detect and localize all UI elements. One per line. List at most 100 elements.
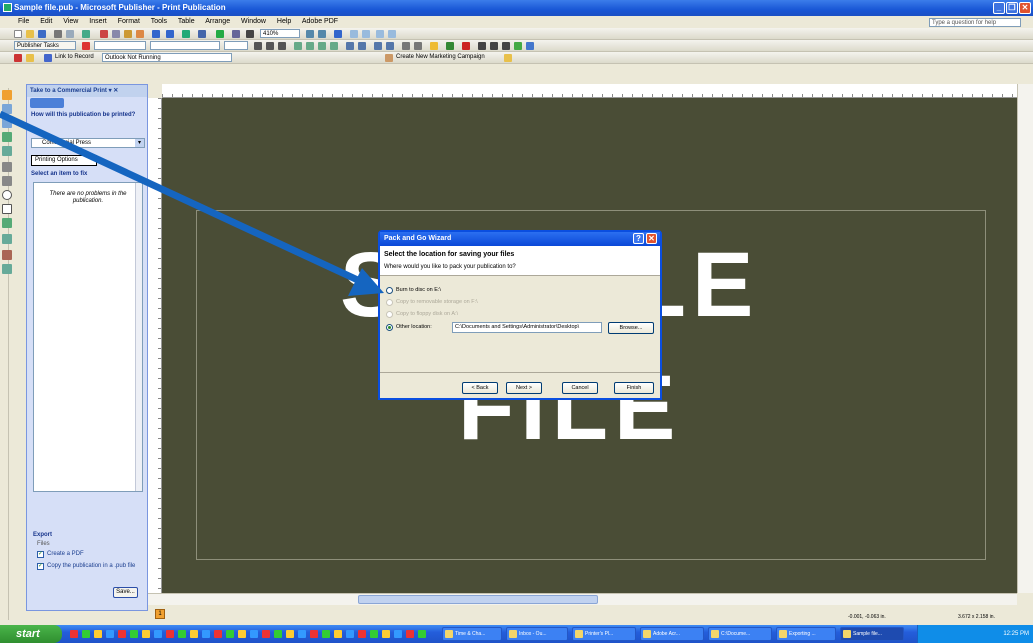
printing-options-button[interactable]: Printing Options [31, 155, 97, 166]
quicklaunch-icon[interactable] [250, 630, 258, 638]
justify-icon[interactable] [330, 42, 338, 50]
create-pdf-checkbox[interactable]: ✓ [37, 551, 44, 558]
styles-icon[interactable] [82, 42, 90, 50]
disconnect-frames-icon[interactable] [362, 30, 370, 38]
vertical-ruler[interactable] [148, 98, 162, 593]
increase-font-icon[interactable] [414, 42, 422, 50]
menu-table[interactable]: Table [178, 18, 195, 25]
quicklaunch-icon[interactable] [70, 630, 78, 638]
copy-icon[interactable] [112, 30, 120, 38]
help-search-input[interactable]: Type a question for help [929, 18, 1021, 27]
other-location-label[interactable]: Other location: [396, 324, 432, 331]
menu-help[interactable]: Help [277, 18, 291, 25]
quicklaunch-icon[interactable] [406, 630, 414, 638]
align-center-icon[interactable] [306, 42, 314, 50]
zoom-out-icon[interactable] [306, 30, 314, 38]
3d-style-icon[interactable] [526, 42, 534, 50]
next-frame-icon[interactable] [388, 30, 396, 38]
shadow-style-icon[interactable] [514, 42, 522, 50]
quicklaunch-icon[interactable] [130, 630, 138, 638]
menu-window[interactable]: Window [241, 18, 266, 25]
menu-view[interactable]: View [63, 18, 78, 25]
autoshapes-tool-icon[interactable] [2, 218, 12, 228]
columns-icon[interactable] [232, 30, 240, 38]
quicklaunch-icon[interactable] [382, 630, 390, 638]
create-campaign-button[interactable]: Create New Marketing Campaign [396, 54, 485, 60]
copy-pub-label[interactable]: Copy the publication in a .pub file [47, 563, 142, 570]
insert-object-icon[interactable] [182, 30, 190, 38]
align-left-icon[interactable] [294, 42, 302, 50]
quicklaunch-icon[interactable] [166, 630, 174, 638]
quicklaunch-icon[interactable] [142, 630, 150, 638]
undo-icon[interactable] [152, 30, 160, 38]
text-box-tool-icon[interactable] [2, 104, 12, 114]
problems-list[interactable]: There are no problems in the publication… [33, 182, 143, 492]
quicklaunch-icon[interactable] [370, 630, 378, 638]
quicklaunch-icon[interactable] [94, 630, 102, 638]
task-pane-title[interactable]: Take to a Commercial Print ▾ ✕ [27, 85, 147, 97]
quicklaunch-icon[interactable] [202, 630, 210, 638]
quicklaunch-icon[interactable] [82, 630, 90, 638]
taskbar-item[interactable]: Printer's Pl... [572, 627, 636, 641]
horizontal-scrollbar[interactable] [148, 593, 1017, 605]
special-characters-icon[interactable] [246, 30, 254, 38]
browse-button[interactable]: Browse... [608, 322, 654, 334]
menu-arrange[interactable]: Arrange [205, 18, 230, 25]
underline-icon[interactable] [278, 42, 286, 50]
page-navigator-icon[interactable]: 1 [155, 609, 165, 619]
burn-to-disc-radio[interactable] [386, 287, 393, 294]
close-button[interactable]: ✕ [1019, 2, 1031, 14]
format-painter-icon[interactable] [136, 30, 144, 38]
quicklaunch-icon[interactable] [418, 630, 426, 638]
dialog-title-bar[interactable]: Pack and Go Wizard ? ✕ [380, 232, 660, 246]
start-button[interactable]: start [0, 625, 62, 643]
location-path-input[interactable]: C:\Documents and Settings\Administrator\… [452, 322, 602, 333]
font-select[interactable] [150, 41, 220, 50]
quicklaunch-icon[interactable] [298, 630, 306, 638]
taskbar-item-active[interactable]: Sample file... [840, 627, 904, 641]
picture-tool-icon[interactable] [2, 146, 12, 156]
bold-icon[interactable] [254, 42, 262, 50]
back-button[interactable]: < Back [462, 382, 498, 394]
help-icon[interactable] [334, 30, 342, 38]
window-title-bar[interactable]: Sample file.pub - Microsoft Publisher - … [0, 0, 1033, 16]
taskbar-item[interactable]: Time & Cha... [442, 627, 502, 641]
oval-tool-icon[interactable] [2, 190, 12, 200]
burn-to-disc-label[interactable]: Burn to disc on E:\ [396, 287, 441, 294]
restore-button[interactable]: ❐ [1006, 2, 1018, 14]
new-file-icon[interactable] [14, 30, 22, 38]
wordart-tool-icon[interactable] [2, 132, 12, 142]
quicklaunch-icon[interactable] [106, 630, 114, 638]
bring-forward-icon[interactable] [198, 30, 206, 38]
save-icon[interactable] [38, 30, 46, 38]
problems-list-scrollbar[interactable] [135, 183, 142, 491]
quicklaunch-icon[interactable] [394, 630, 402, 638]
publisher-tasks-button[interactable]: Publisher Tasks [14, 41, 76, 50]
quicklaunch-icon[interactable] [214, 630, 222, 638]
cut-icon[interactable] [100, 30, 108, 38]
help-icon[interactable]: ? [633, 233, 644, 244]
line-tool-icon[interactable] [2, 162, 12, 172]
save-button[interactable]: Save... [113, 587, 138, 598]
menu-edit[interactable]: Edit [40, 18, 52, 25]
taskbar-item[interactable]: Exporting ... [776, 627, 836, 641]
fill-color-icon[interactable] [430, 42, 438, 50]
link-to-record-button[interactable]: Link to Record [55, 54, 94, 60]
form-control-tool-icon[interactable] [2, 264, 12, 274]
print-preview-icon[interactable] [66, 30, 74, 38]
quicklaunch-icon[interactable] [358, 630, 366, 638]
decrease-indent-icon[interactable] [374, 42, 382, 50]
minimize-button[interactable]: _ [993, 2, 1005, 14]
quicklaunch-icon[interactable] [346, 630, 354, 638]
menu-tools[interactable]: Tools [151, 18, 167, 25]
zoom-in-icon[interactable] [318, 30, 326, 38]
task-pane-nav-buttons[interactable] [30, 98, 64, 108]
hot-spot-tool-icon[interactable] [2, 234, 12, 244]
system-tray[interactable]: 12:25 PM [917, 625, 1033, 643]
vertical-scrollbar[interactable] [1017, 84, 1033, 593]
horizontal-ruler[interactable] [162, 84, 1017, 98]
taskbar-item[interactable]: C:\Docume... [708, 627, 772, 641]
connect-frames-icon[interactable] [350, 30, 358, 38]
design-gallery-tool-icon[interactable] [2, 250, 12, 260]
ruler-corner[interactable] [148, 84, 162, 98]
